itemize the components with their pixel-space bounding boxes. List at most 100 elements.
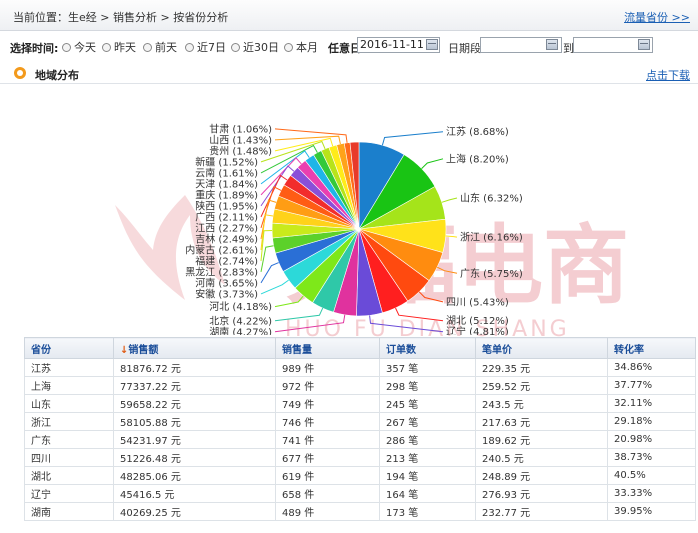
table-cell: 259.52 元	[475, 376, 608, 395]
col-conversion-rate[interactable]: 转化率	[607, 337, 696, 359]
target-circle-icon	[14, 67, 26, 79]
radio-last-7-days[interactable]: 近7日	[185, 39, 226, 55]
table-cell: 29.18%	[607, 412, 696, 431]
table-cell: 39.95%	[607, 502, 696, 521]
pie-label-3: 浙江 (6.16%)	[460, 232, 523, 244]
table-row: 湖南 40269.25 元 489 件 173 笔 232.77 元 39.95%	[24, 502, 696, 521]
pie-leader-line-11	[260, 279, 289, 295]
time-filter-label: 选择时间:	[10, 42, 59, 55]
pie-label-22: 云南 (1.61%)	[195, 166, 258, 179]
col-sales-volume[interactable]: 销售量	[275, 337, 380, 359]
pie-label-20: 重庆 (1.89%)	[195, 188, 258, 201]
table-cell: 194 笔	[379, 466, 476, 485]
radio-label: 近30日	[243, 41, 279, 54]
pie-label-1: 上海 (8.20%)	[446, 152, 509, 165]
breadcrumb-separator: >	[157, 11, 174, 24]
radio-day-before[interactable]: 前天	[143, 39, 177, 55]
calendar-icon[interactable]	[546, 39, 558, 50]
table-cell: 276.93 元	[475, 484, 608, 503]
radio-circle-icon	[62, 42, 71, 52]
table-cell: 173 笔	[379, 502, 476, 521]
pie-label-13: 黑龙江 (2.83%)	[185, 265, 258, 278]
table-cell: 辽宁	[24, 484, 114, 503]
pie-label-15: 内蒙古 (2.61%)	[185, 243, 258, 256]
pie-label-0: 江苏 (8.68%)	[446, 125, 509, 138]
breadcrumb: 当前位置：生e经 > 销售分析 > 按省份分析	[13, 9, 228, 25]
pie-leader-line-3	[445, 235, 458, 238]
table-cell: 248.89 元	[475, 466, 608, 485]
table-cell: 湖南	[24, 502, 114, 521]
table-cell: 489 件	[275, 502, 380, 521]
table-row: 广东 54231.97 元 741 件 286 笔 189.62 元 20.98%	[24, 430, 696, 449]
table-cell: 245 笔	[379, 394, 476, 413]
breadcrumb-bar: 当前位置：生e经 > 销售分析 > 按省份分析 流量省份 >>	[0, 0, 698, 31]
date-range-label: 日期段	[448, 42, 481, 55]
radio-circle-icon	[102, 42, 111, 52]
col-sales-amount[interactable]: ↓销售额	[113, 337, 276, 359]
pie-leader-line-2	[441, 197, 458, 203]
col-province[interactable]: 省份	[24, 337, 114, 359]
radio-circle-icon	[231, 42, 240, 52]
table-cell: 164 笔	[379, 484, 476, 503]
table-cell: 37.77%	[607, 376, 696, 395]
radio-today[interactable]: 今天	[62, 39, 96, 55]
pie-label-25: 山西 (1.43%)	[209, 134, 272, 146]
traffic-province-link[interactable]: 流量省份 >>	[624, 9, 690, 25]
table-cell: 972 件	[275, 376, 380, 395]
pie-label-21: 天津 (1.84%)	[195, 178, 258, 190]
table-cell: 广东	[24, 430, 114, 449]
pie-label-23: 新疆 (1.52%)	[195, 155, 258, 168]
table-cell: 232.77 元	[475, 502, 608, 521]
radio-label: 近7日	[197, 41, 226, 54]
table-cell: 619 件	[275, 466, 380, 485]
radio-circle-icon	[284, 42, 293, 52]
table-cell: 746 件	[275, 412, 380, 431]
col-order-count[interactable]: 订单数	[379, 337, 476, 359]
table-row: 四川 51226.48 元 677 件 213 笔 240.5 元 38.73%	[24, 448, 696, 467]
calendar-icon[interactable]	[638, 39, 650, 50]
breadcrumb-item-shengejing[interactable]: 生e经	[68, 11, 97, 24]
table-cell: 989 件	[275, 358, 380, 377]
table-cell: 286 笔	[379, 430, 476, 449]
pie-label-10: 河北 (4.18%)	[209, 301, 272, 313]
table-cell: 240.5 元	[475, 448, 608, 467]
calendar-icon[interactable]	[426, 39, 438, 50]
table-cell: 54231.97 元	[113, 430, 276, 449]
radio-label: 昨天	[114, 41, 136, 54]
table-cell: 山东	[24, 394, 114, 413]
province-sales-table: 省份 ↓销售额 销售量 订单数 笔单价 转化率 江苏 81876.72 元 989 …	[24, 337, 696, 521]
table-cell: 213 笔	[379, 448, 476, 467]
pie-label-26: 甘肃 (1.06%)	[209, 122, 272, 135]
col-unit-price[interactable]: 笔单价	[475, 337, 608, 359]
region-pie-chart: 江苏 (8.68%) 上海 (8.20%) 山东 (6.32%) 浙江 (6.16%)…	[185, 122, 523, 335]
pie-leader-line-13	[260, 245, 274, 272]
table-cell: 741 件	[275, 430, 380, 449]
pie-leader-line-8	[274, 314, 346, 333]
pie-leader-line-5	[418, 291, 444, 303]
table-cell: 51226.48 元	[113, 448, 276, 467]
breadcrumb-separator: >	[96, 11, 113, 24]
pie-label-17: 江西 (2.27%)	[195, 222, 258, 234]
table-cell: 189.62 元	[475, 430, 608, 449]
table-cell: 298 笔	[379, 376, 476, 395]
table-cell: 浙江	[24, 412, 114, 431]
radio-circle-icon	[185, 42, 194, 52]
download-link[interactable]: 点击下载	[646, 67, 690, 83]
table-cell: 59658.22 元	[113, 394, 276, 413]
table-cell: 江苏	[24, 358, 114, 377]
table-row: 浙江 58105.88 元 746 件 267 笔 217.63 元 29.18%	[24, 412, 696, 431]
radio-yesterday[interactable]: 昨天	[102, 39, 136, 55]
radio-last-30-days[interactable]: 近30日	[231, 39, 279, 55]
col-sales-amount-label: 销售额	[128, 344, 159, 356]
pie-label-9: 北京 (4.22%)	[209, 314, 272, 327]
pie-leader-line-0	[381, 131, 444, 146]
pie-leader-line-6	[395, 307, 444, 322]
table-cell: 267 笔	[379, 412, 476, 431]
pie-label-11: 安徽 (3.73%)	[195, 287, 258, 300]
table-cell: 243.5 元	[475, 394, 608, 413]
radio-this-month[interactable]: 本月	[284, 39, 318, 55]
radio-label: 今天	[74, 41, 96, 54]
breadcrumb-item-sales-analysis[interactable]: 销售分析	[113, 11, 157, 24]
table-cell: 58105.88 元	[113, 412, 276, 431]
table-cell: 38.73%	[607, 448, 696, 467]
